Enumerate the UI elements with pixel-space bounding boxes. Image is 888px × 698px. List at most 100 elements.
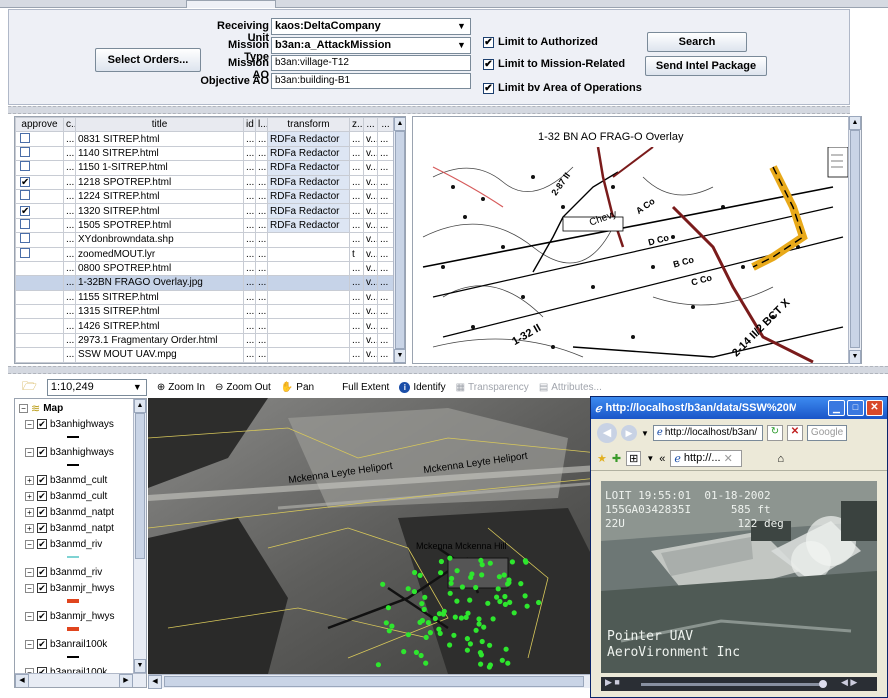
active-tab[interactable] (186, 0, 276, 8)
forward-icon[interactable]: ▶ (621, 425, 637, 441)
layer-item[interactable]: + ✔ b3anmd_cult (15, 473, 146, 487)
mission-type-select[interactable]: b3an:a_AttackMission ▼ (271, 37, 471, 54)
layer-item[interactable]: − ✔ b3anmjr_hwys (15, 609, 146, 623)
map-point[interactable] (405, 586, 411, 592)
transparency-button[interactable]: ▦ Transparency (456, 382, 529, 393)
checkbox-checked-icon[interactable]: ✔ (37, 523, 47, 533)
scroll-up-icon[interactable]: ▲ (134, 399, 146, 413)
map-point[interactable] (522, 593, 528, 599)
table-row[interactable]: ... 1315 SITREP.html......... v...... (15, 304, 394, 320)
checkbox-checked-icon[interactable]: ✔ (37, 639, 47, 649)
chevron-down-icon[interactable]: ▼ (453, 19, 470, 34)
map-point[interactable] (447, 642, 453, 648)
map-point[interactable] (502, 601, 508, 607)
map-point[interactable] (454, 568, 460, 574)
table-scrollbar[interactable]: ▲ ▼ (393, 117, 405, 363)
scroll-thumb[interactable] (850, 130, 860, 348)
map-point[interactable] (467, 597, 473, 603)
table-row[interactable]: ... SSW MOUT UAV.mpg......... v...... (15, 347, 394, 363)
table-row[interactable]: ... zoomedMOUT.lyr...... t v...... (15, 246, 394, 262)
search-button[interactable]: Search (647, 32, 747, 52)
home-icon[interactable]: ⌂ (777, 453, 784, 465)
stop-icon[interactable]: ✕ (786, 425, 803, 441)
volume-icon[interactable]: ◀ ▶ (841, 677, 857, 688)
map-point[interactable] (386, 628, 392, 634)
map-point[interactable] (464, 647, 470, 653)
column-header[interactable]: approve (15, 117, 64, 133)
layer-item[interactable]: − ✔ b3anmjr_hwys (15, 581, 146, 595)
map-point[interactable] (496, 574, 502, 580)
layers-scrollbar[interactable]: ▲ ▼ (133, 399, 146, 673)
layer-item[interactable]: + ✔ b3anmd_cult (15, 489, 146, 503)
play-icon[interactable]: ▶ ■ (605, 677, 620, 688)
map-point[interactable] (511, 610, 517, 616)
map-point[interactable] (419, 617, 425, 624)
expand-icon[interactable]: + (25, 475, 34, 485)
expand-icon[interactable]: + (25, 523, 34, 533)
map-point[interactable] (383, 620, 389, 626)
back-icon[interactable]: ◀ (597, 423, 617, 443)
map-point[interactable] (458, 615, 464, 621)
map-point[interactable] (464, 636, 470, 642)
search-field[interactable]: Google (806, 425, 847, 441)
collapse-icon[interactable]: − (19, 403, 28, 413)
column-header[interactable]: transform (267, 117, 350, 133)
mission-ao-field[interactable]: b3an:village-T12 (271, 55, 471, 71)
scroll-thumb[interactable] (395, 131, 405, 349)
map-point[interactable] (385, 605, 391, 611)
scroll-right-icon[interactable]: ▶ (119, 674, 133, 687)
table-row[interactable]: ... 1-32BN FRAGO Overlay.jpg......... v...… (15, 275, 394, 291)
map-point[interactable] (438, 558, 444, 565)
map-point[interactable] (375, 662, 381, 668)
table-row[interactable]: ... 1155 SITREP.html......... v...... (15, 289, 394, 306)
address-bar[interactable]: ℯ http://localhost/b3an/ (652, 425, 763, 441)
checkbox-icon[interactable] (20, 248, 30, 258)
map-hscrollbar[interactable]: ◀ (148, 674, 598, 689)
map-point[interactable] (380, 581, 386, 587)
map-point[interactable] (447, 555, 453, 561)
map-point[interactable] (448, 580, 454, 586)
map-point[interactable] (497, 598, 503, 605)
map-point[interactable] (419, 601, 425, 607)
table-row[interactable]: ... 1150 1-SITREP.html...... RDFa Redactor… (15, 160, 394, 176)
column-header[interactable]: ... (363, 117, 378, 133)
map-point[interactable] (487, 642, 493, 648)
overlay-scrollbar[interactable]: ▲ ▼ (848, 116, 861, 364)
map-point[interactable] (473, 584, 479, 591)
layer-item[interactable]: − ✔ b3anrail100k (15, 637, 146, 651)
map-point[interactable] (425, 620, 431, 626)
checkbox-checked-icon[interactable]: ✔ (37, 583, 47, 593)
checkbox-checked-icon[interactable]: ✔ (37, 447, 47, 457)
table-row[interactable]: ... 0831 SITREP.html...... RDFa Redactor..… (15, 131, 394, 147)
chevron-down-icon[interactable]: ▼ (453, 38, 470, 53)
map-point[interactable] (454, 598, 460, 604)
map-point[interactable] (413, 649, 419, 655)
map-point[interactable] (501, 572, 507, 578)
checkbox-checked-icon[interactable]: ✔ (37, 491, 47, 501)
maximize-button[interactable]: □ (847, 400, 864, 416)
horizontal-splitter[interactable] (8, 366, 888, 374)
table-row[interactable]: ... 1426 SITREP.html......... v...... (15, 318, 394, 334)
map-point[interactable] (437, 630, 443, 636)
map-point[interactable] (459, 584, 465, 590)
checkbox-icon[interactable] (20, 147, 30, 157)
column-header[interactable]: ... (377, 117, 394, 133)
video-player[interactable]: LOIT 19:55:01 01-18-2002 155GA0342835I 5… (601, 481, 877, 673)
limit-area-checkbox[interactable]: ✔ Limit bv Area of Operations (483, 82, 642, 94)
map-point[interactable] (447, 590, 453, 596)
map-point[interactable] (518, 581, 524, 587)
map-point[interactable] (412, 569, 418, 576)
map-point[interactable] (506, 577, 512, 583)
scroll-down-icon[interactable]: ▼ (134, 659, 146, 673)
map-point[interactable] (505, 660, 511, 666)
map-point[interactable] (494, 594, 500, 600)
map-point[interactable] (438, 570, 444, 576)
map-point[interactable] (523, 559, 529, 565)
collapse-icon[interactable]: − (25, 539, 34, 549)
checkbox-icon[interactable] (20, 233, 30, 244)
map-point[interactable] (423, 634, 429, 640)
column-header[interactable]: l... (255, 117, 268, 133)
add-favorites-icon[interactable]: ✚ (612, 452, 621, 465)
map-point[interactable] (499, 657, 505, 663)
scroll-down-icon[interactable]: ▼ (394, 349, 405, 363)
